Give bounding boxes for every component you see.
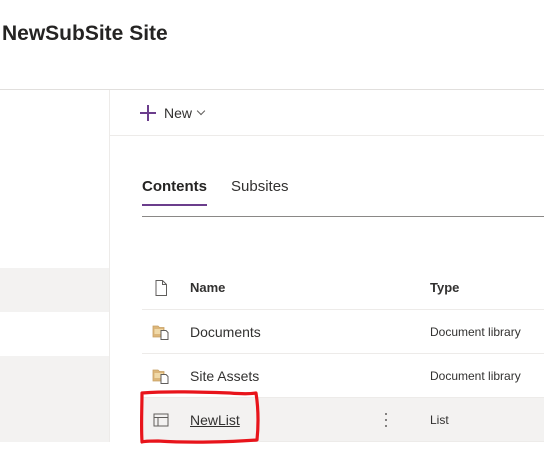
nav-separator [109,90,110,442]
list-item-type: List [430,413,449,427]
document-library-icon [152,323,170,341]
new-button[interactable]: New [140,103,206,123]
document-library-icon [152,367,170,385]
list-item-type: Document library [430,369,521,383]
command-bar: New [110,90,544,136]
left-navigation [0,90,109,450]
table-row[interactable]: NewList List [142,398,544,442]
left-nav-band-item[interactable] [0,268,109,312]
list-item-type: Document library [430,325,521,339]
table-row[interactable]: Site Assets Document library [142,354,544,398]
column-header-type[interactable]: Type [430,280,459,295]
file-type-header-icon[interactable] [152,279,170,297]
list-icon [152,411,170,429]
tab-contents[interactable]: Contents [142,178,207,195]
list-item-name[interactable]: NewList [190,412,240,428]
table-header-row: Name Type [142,266,544,310]
more-options-icon[interactable] [381,410,391,430]
tabs-divider [142,216,544,217]
site-title: NewSubSite Site [2,22,168,45]
chevron-down-icon [196,106,206,116]
list-item-name[interactable]: Documents [190,324,261,340]
selected-tab-indicator [142,204,207,206]
tab-subsites[interactable]: Subsites [231,178,289,195]
plus-icon [140,105,156,121]
sharepoint-site-contents-page: NewSubSite Site New Contents Subsites Na… [0,0,544,450]
left-nav-band-item[interactable] [0,356,109,442]
new-button-label: New [164,105,193,121]
list-item-name[interactable]: Site Assets [190,368,259,384]
column-header-name[interactable]: Name [190,280,225,295]
table-row[interactable]: Documents Document library [142,310,544,354]
